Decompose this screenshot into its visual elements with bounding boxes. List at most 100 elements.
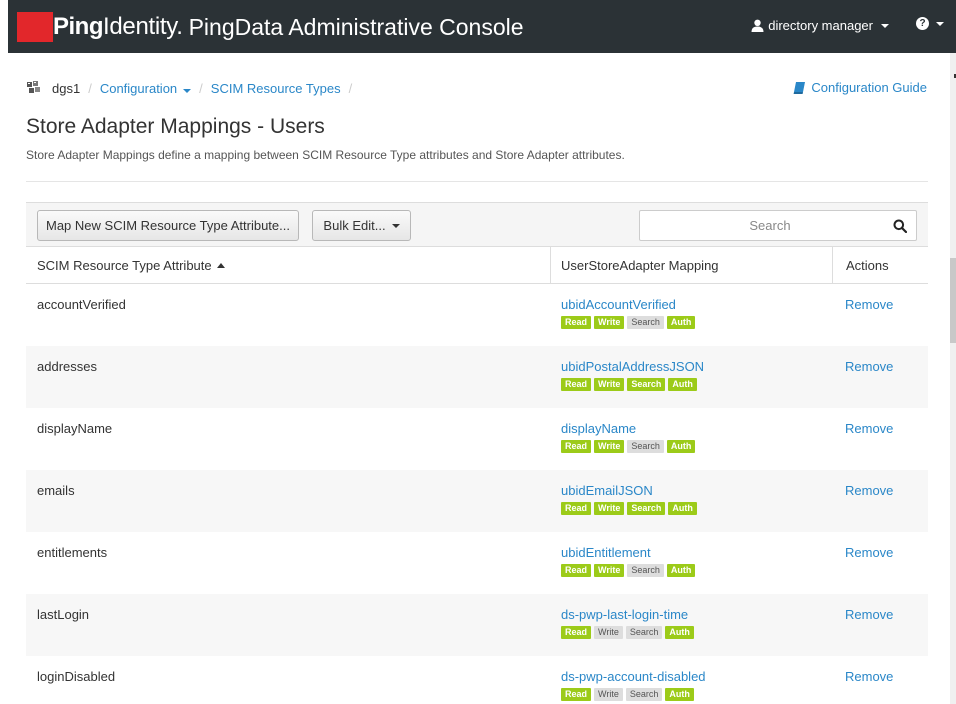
mapping-link[interactable]: ds-pwp-last-login-time [561,607,694,622]
badge-search: Search [627,564,664,577]
divider [26,181,928,182]
mapping-link[interactable]: ds-pwp-account-disabled [561,669,706,684]
mapping-cell: ubidPostalAddressJSON Read Write Search Auth [561,359,704,391]
permission-badges: Read Write Search Auth [561,688,706,701]
breadcrumb-configuration-label: Configuration [99,80,178,96]
permission-badges: Read Write Search Auth [561,316,696,329]
configuration-guide-link[interactable]: Configuration Guide [793,80,927,95]
badge-read: Read [561,316,592,329]
permission-badges: Read Write Search Auth [561,378,704,391]
table-row: accountVerified ubidAccountVerified Read Wr… [26,284,928,346]
badge-write: Write [594,502,625,515]
remove-link[interactable]: Remove [845,669,893,684]
badge-search: Search [627,378,666,391]
badge-search: Search [625,688,663,701]
badge-write: Write [594,626,623,639]
permission-badges: Read Write Search Auth [561,440,696,453]
chevron-down-icon [183,88,192,93]
page-title: Store Adapter Mappings - Users [26,115,325,138]
brand-identity: Identity. [103,13,183,40]
column-header-mapping: UserStoreAdapter Mapping [550,247,832,284]
bulk-edit-button[interactable]: Bulk Edit... [312,210,411,241]
map-new-attribute-button[interactable]: Map New SCIM Resource Type Attribute... [37,210,299,241]
column-header-actions: Actions [832,247,928,284]
attribute-cell: lastLogin [37,607,90,622]
attribute-cell: displayName [37,421,113,436]
remove-link[interactable]: Remove [845,483,893,498]
attribute-cell: entitlements [37,545,108,560]
remove-link[interactable]: Remove [845,607,893,622]
badge-auth: Auth [666,564,696,577]
badge-search: Search [627,502,666,515]
user-menu[interactable]: directory manager [751,18,889,33]
book-icon [793,81,806,94]
mappings-table: SCIM Resource Type Attribute UserStoreAd… [26,246,928,704]
scrollbar-thumb[interactable] [950,258,956,343]
mapping-link[interactable]: ubidAccountVerified [561,297,695,312]
badge-write: Write [594,688,623,701]
search-icon[interactable] [893,219,907,233]
mapping-link[interactable]: ubidPostalAddressJSON [561,359,704,374]
mapping-cell: ubidEmailJSON Read Write Search Auth [561,483,697,515]
actions-cell: Remove [845,669,893,684]
badge-read: Read [561,378,592,391]
badge-auth: Auth [668,378,697,391]
question-circle-icon: ? [916,17,929,30]
badge-search: Search [625,626,663,639]
breadcrumb-separator: / [88,80,92,96]
bulk-edit-label: Bulk Edit... [323,218,386,233]
configuration-guide-label: Configuration Guide [811,80,927,95]
mapping-link[interactable]: ubidEntitlement [561,545,695,560]
mapping-link[interactable]: displayName [561,421,695,436]
breadcrumb: dgs1 / Configuration / SCIM Resource Typ… [26,80,360,96]
permission-badges: Read Write Search Auth [561,564,696,577]
mapping-cell: ubidEntitlement Read Write Search Auth [561,545,696,577]
badge-auth: Auth [665,688,694,701]
search-box [639,210,917,241]
chevron-down-icon [936,21,944,26]
table-row: loginDisabled ds-pwp-account-disabled Read… [26,656,928,704]
badge-auth: Auth [665,626,694,639]
actions-cell: Remove [845,421,893,436]
remove-link[interactable]: Remove [845,297,893,312]
remove-link[interactable]: Remove [845,421,893,436]
permission-badges: Read Write Search Auth [561,626,694,639]
console-title: PingData Administrative Console [188,13,524,40]
column-header-attribute[interactable]: SCIM Resource Type Attribute [37,247,225,284]
permission-badges: Read Write Search Auth [561,502,697,515]
mapping-cell: ubidAccountVerified Read Write Search Auth [561,297,696,329]
attribute-cell: addresses [37,359,97,374]
badge-search: Search [627,440,664,453]
help-menu[interactable]: ? [916,17,944,30]
badge-write: Write [594,378,625,391]
search-input[interactable] [640,211,880,240]
column-header-attribute-label: SCIM Resource Type Attribute [37,258,212,273]
attribute-cell: accountVerified [37,297,126,312]
chevron-down-icon [881,23,889,28]
breadcrumb-scim-resource-types[interactable]: SCIM Resource Types [211,81,341,96]
top-navbar: Ping Identity. PingData Administrative Co… [8,0,956,53]
table-row: lastLogin ds-pwp-last-login-time Read Write… [26,594,928,656]
remove-link[interactable]: Remove [845,545,893,560]
actions-cell: Remove [845,607,893,622]
breadcrumb-server: dgs1 [52,80,81,96]
page-scrollbar[interactable] [950,53,956,704]
attribute-cell: loginDisabled [37,669,116,684]
actions-cell: Remove [845,545,893,560]
table-body: accountVerified ubidAccountVerified Read Wr… [26,284,928,704]
user-menu-label: directory manager [768,18,873,33]
ping-logo-mark [17,12,53,42]
table-row: entitlements ubidEntitlement Read Write Sear… [26,532,928,594]
badge-write: Write [594,564,625,577]
breadcrumb-separator: / [348,80,353,96]
remove-link[interactable]: Remove [845,359,893,374]
brand[interactable]: Ping Identity. PingData Administrative Co… [17,12,524,42]
badge-auth: Auth [666,440,696,453]
badge-search: Search [627,316,664,329]
table-row: addresses ubidPostalAddressJSON Read Write S… [26,346,928,408]
attribute-cell: emails [37,483,75,498]
mapping-cell: ds-pwp-account-disabled Read Write Search Au… [561,669,706,701]
actions-cell: Remove [845,359,893,374]
breadcrumb-configuration[interactable]: Configuration [99,80,192,96]
mapping-link[interactable]: ubidEmailJSON [561,483,697,498]
